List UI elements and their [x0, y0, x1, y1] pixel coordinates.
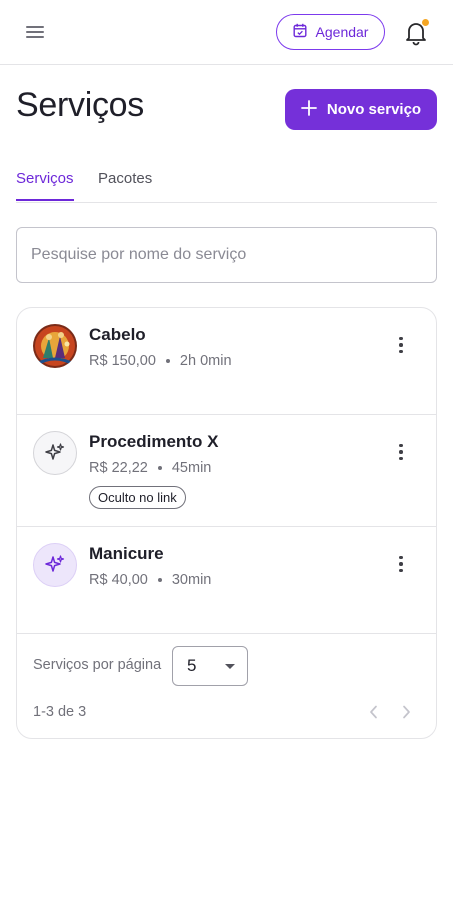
separator-dot: [157, 578, 162, 582]
service-name: Manicure: [89, 544, 164, 563]
service-name: Cabelo: [89, 325, 146, 344]
dropdown-caret-icon: [225, 664, 235, 669]
service-duration: 45min: [171, 460, 212, 476]
more-options-icon[interactable]: [389, 333, 413, 357]
service-price: R$ 40,00: [89, 572, 148, 588]
top-bar: Agendar: [0, 0, 453, 65]
page-title: Serviços: [16, 86, 144, 124]
bell-icon[interactable]: [404, 18, 430, 46]
service-duration: 2h 0min: [179, 353, 232, 369]
service-name: Procedimento X: [89, 432, 219, 451]
service-row-manicure[interactable]: Manicure R$ 40,00 30min: [17, 527, 436, 634]
pagination-range: 1-3 de 3: [33, 704, 87, 720]
tab-bar: Serviços Pacotes: [16, 160, 437, 203]
schedule-button[interactable]: Agendar: [276, 14, 385, 50]
service-meta: R$ 40,00 30min: [89, 572, 211, 588]
tab-services[interactable]: Serviços: [16, 170, 74, 201]
service-photo: [33, 324, 77, 368]
service-price: R$ 150,00: [89, 353, 156, 369]
chevron-right-icon[interactable]: [395, 700, 417, 724]
service-row-procedimento-x[interactable]: Procedimento X R$ 22,22 45min Oculto no …: [17, 415, 436, 527]
plus-icon: [300, 99, 317, 120]
rows-per-page-value: 5: [187, 656, 197, 675]
calendar-icon: [293, 23, 307, 41]
service-meta: R$ 22,22 45min: [89, 460, 211, 476]
sparkles-icon: [33, 543, 77, 587]
hidden-in-link-badge: Oculto no link: [89, 486, 186, 509]
separator-dot: [157, 466, 162, 470]
service-duration: 30min: [171, 572, 212, 588]
schedule-button-label: Agendar: [315, 24, 369, 40]
sparkles-icon: [33, 431, 77, 475]
services-list-card: Cabelo R$ 150,00 2h 0min Procedimento X …: [16, 307, 437, 739]
rows-per-page-label: Serviços por página: [33, 657, 162, 673]
new-service-button[interactable]: Novo serviço: [285, 89, 437, 130]
service-price: R$ 22,22: [89, 460, 148, 476]
notification-dot: [422, 19, 429, 26]
new-service-label: Novo serviço: [326, 101, 422, 118]
separator-dot: [165, 359, 170, 363]
search-input[interactable]: [16, 227, 437, 283]
hamburger-menu-icon[interactable]: [24, 20, 48, 44]
service-row-cabelo[interactable]: Cabelo R$ 150,00 2h 0min: [17, 308, 436, 415]
rows-per-page-select[interactable]: 5: [172, 646, 248, 686]
service-meta: R$ 150,00 2h 0min: [89, 353, 232, 369]
tab-packages[interactable]: Pacotes: [98, 170, 152, 199]
more-options-icon[interactable]: [389, 440, 413, 464]
more-options-icon[interactable]: [389, 552, 413, 576]
chevron-left-icon[interactable]: [363, 700, 385, 724]
